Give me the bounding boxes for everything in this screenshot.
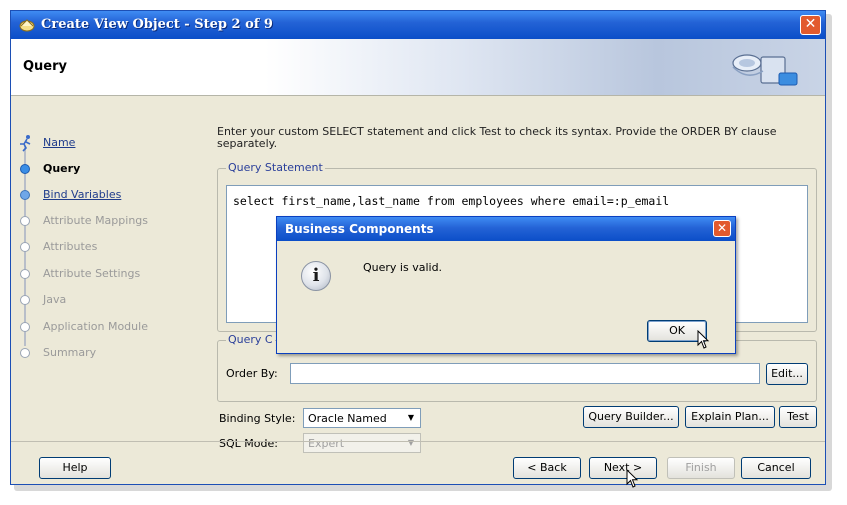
- explain-plan-button[interactable]: Explain Plan...: [685, 406, 775, 428]
- dialog-message: Query is valid.: [363, 261, 443, 274]
- nav-step-attributes: Attributes: [19, 238, 199, 258]
- database-graphic-icon: [732, 54, 798, 86]
- nav-step-bind-variables[interactable]: Bind Variables: [19, 186, 199, 206]
- binding-style-select[interactable]: Oracle Named ▼: [303, 408, 421, 428]
- sql-mode-select: Expert ▼: [303, 433, 421, 453]
- title-bar[interactable]: Create View Object - Step 2 of 9 ✕: [11, 11, 825, 39]
- step-header: Query: [11, 39, 825, 96]
- nav-step-query-label: Query: [43, 162, 81, 175]
- view-object-icon: [19, 19, 35, 32]
- business-components-dialog: Business Components ✕ i Query is valid. …: [276, 216, 736, 354]
- dialog-title: Business Components: [285, 222, 434, 236]
- query-statement-legend: Query Statement: [226, 161, 325, 174]
- binding-style-label: Binding Style:: [219, 412, 296, 425]
- nav-step-summary-label: Summary: [43, 346, 97, 359]
- dialog-title-bar[interactable]: Business Components ✕: [277, 217, 735, 241]
- runner-icon: [20, 135, 31, 152]
- window-title: Create View Object - Step 2 of 9: [41, 17, 273, 32]
- test-button[interactable]: Test: [779, 406, 817, 428]
- nav-step-bind-variables-label[interactable]: Bind Variables: [43, 188, 121, 201]
- window-close-button[interactable]: ✕: [800, 15, 821, 35]
- nav-step-java-label: Java: [43, 293, 67, 306]
- step-dot-icon: [20, 348, 30, 358]
- nav-step-application-module: Application Module: [19, 318, 199, 338]
- step-dot-icon: [20, 295, 30, 305]
- nav-step-attribute-settings-label: Attribute Settings: [43, 267, 141, 280]
- cancel-button[interactable]: Cancel: [741, 457, 811, 479]
- nav-step-name-label[interactable]: Name: [43, 136, 75, 149]
- chevron-down-icon: ▼: [407, 438, 415, 447]
- step-dot-icon: [20, 190, 30, 200]
- nav-step-attribute-mappings-label: Attribute Mappings: [43, 214, 149, 227]
- wizard-steps-nav: Name Query Bind Variables Attribute Mapp…: [11, 96, 204, 441]
- step-dot-icon: [20, 322, 30, 332]
- nav-step-application-module-label: Application Module: [43, 320, 148, 333]
- nav-step-java: Java: [19, 291, 199, 311]
- finish-button: Finish: [667, 457, 735, 479]
- nav-step-attribute-settings: Attribute Settings: [19, 265, 199, 285]
- sql-mode-value: Expert: [308, 437, 345, 450]
- step-dot-icon: [20, 242, 30, 252]
- mouse-pointer-icon: [626, 469, 639, 488]
- nav-step-name[interactable]: Name: [19, 134, 199, 154]
- nav-step-attribute-mappings: Attribute Mappings: [19, 212, 199, 232]
- binding-style-value: Oracle Named: [308, 412, 387, 425]
- query-clauses-legend: Query C: [226, 333, 275, 346]
- order-by-edit-button[interactable]: Edit...: [766, 363, 808, 385]
- step-title: Query: [23, 59, 68, 74]
- sql-mode-label: SQL Mode:: [219, 437, 278, 450]
- query-statement-text: select first_name,last_name from employe…: [233, 194, 670, 208]
- nav-step-attributes-label: Attributes: [43, 240, 98, 253]
- next-button[interactable]: Next >: [589, 457, 657, 479]
- order-by-input[interactable]: [290, 363, 760, 384]
- step-dot-icon: [20, 216, 30, 226]
- footer-separator: [11, 441, 825, 442]
- nav-step-query[interactable]: Query: [19, 160, 199, 180]
- query-builder-button[interactable]: Query Builder...: [583, 406, 679, 428]
- dialog-close-button[interactable]: ✕: [713, 220, 731, 237]
- order-by-label: Order By:: [226, 367, 278, 380]
- nav-step-summary: Summary: [19, 344, 199, 364]
- instructions-text: Enter your custom SELECT statement and c…: [217, 125, 777, 150]
- information-icon: i: [301, 261, 331, 291]
- back-button[interactable]: < Back: [513, 457, 581, 479]
- step-dot-icon: [20, 269, 30, 279]
- step-current-dot-icon: [20, 164, 30, 174]
- help-button[interactable]: Help: [39, 457, 111, 479]
- mouse-pointer-icon: [697, 330, 710, 349]
- chevron-down-icon: ▼: [407, 413, 415, 422]
